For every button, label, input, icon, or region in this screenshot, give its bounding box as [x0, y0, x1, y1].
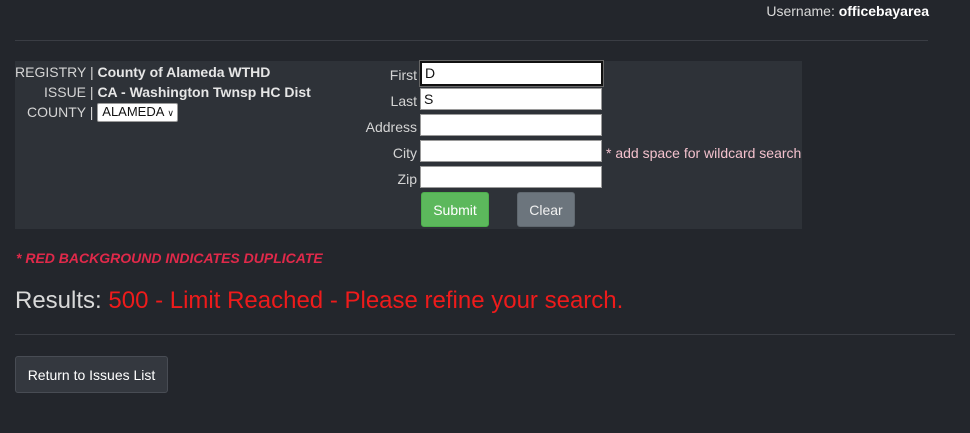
city-input[interactable] — [420, 140, 602, 162]
registry-row: REGISTRY | County of Alameda WTHD — [15, 64, 270, 80]
last-name-input[interactable]: S — [420, 88, 602, 110]
duplicate-note: * RED BACKGROUND INDICATES DUPLICATE — [16, 250, 323, 266]
zip-input[interactable] — [420, 166, 602, 188]
username-value: officebayarea — [838, 3, 929, 19]
county-select[interactable]: ALAMEDA ∨ — [97, 103, 179, 122]
registry-label: REGISTRY | — [15, 64, 94, 80]
issue-value: CA - Washington Twnsp HC Dist — [97, 84, 311, 100]
first-name-input[interactable]: D — [419, 60, 604, 87]
issue-row: ISSUE | CA - Washington Twnsp HC Dist — [44, 84, 311, 100]
zip-label: Zip — [397, 171, 417, 187]
submit-button[interactable]: Submit — [421, 192, 489, 227]
county-selected-value: ALAMEDA — [102, 104, 165, 119]
registry-value: County of Alameda WTHD — [97, 64, 271, 80]
results-label: Results: — [15, 287, 102, 314]
page: Username: officebayarea REGISTRY | Count… — [0, 0, 970, 433]
first-label: First — [389, 67, 417, 83]
bottom-divider — [15, 334, 955, 335]
issue-label: ISSUE | — [44, 84, 94, 100]
results-value: 500 - Limit Reached - Please refine your… — [108, 287, 624, 314]
address-input[interactable] — [420, 114, 602, 136]
last-label: Last — [390, 93, 417, 109]
chevron-down-icon: ∨ — [167, 108, 175, 118]
address-label: Address — [365, 119, 417, 135]
county-row: COUNTY | ALAMEDA ∨ — [27, 103, 179, 123]
top-divider — [15, 40, 928, 41]
return-to-issues-button[interactable]: Return to Issues List — [15, 356, 168, 393]
results-line: Results: 500 - Limit Reached - Please re… — [15, 287, 623, 315]
wildcard-note: * add space for wildcard search — [606, 145, 802, 161]
clear-button[interactable]: Clear — [517, 192, 575, 227]
username-line: Username: officebayarea — [766, 3, 929, 19]
username-label: Username: — [766, 3, 835, 19]
county-label: COUNTY | — [27, 104, 94, 121]
city-label: City — [392, 145, 417, 161]
